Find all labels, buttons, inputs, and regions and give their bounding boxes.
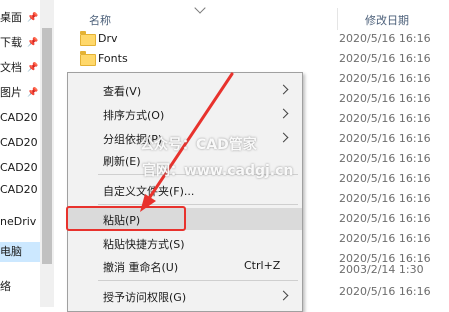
- arrow-head: [140, 194, 156, 212]
- watermark-line-1: 公众号：CAD管家: [140, 137, 257, 153]
- watermark-line-2: 官网：www.cadgj.cn: [142, 163, 294, 179]
